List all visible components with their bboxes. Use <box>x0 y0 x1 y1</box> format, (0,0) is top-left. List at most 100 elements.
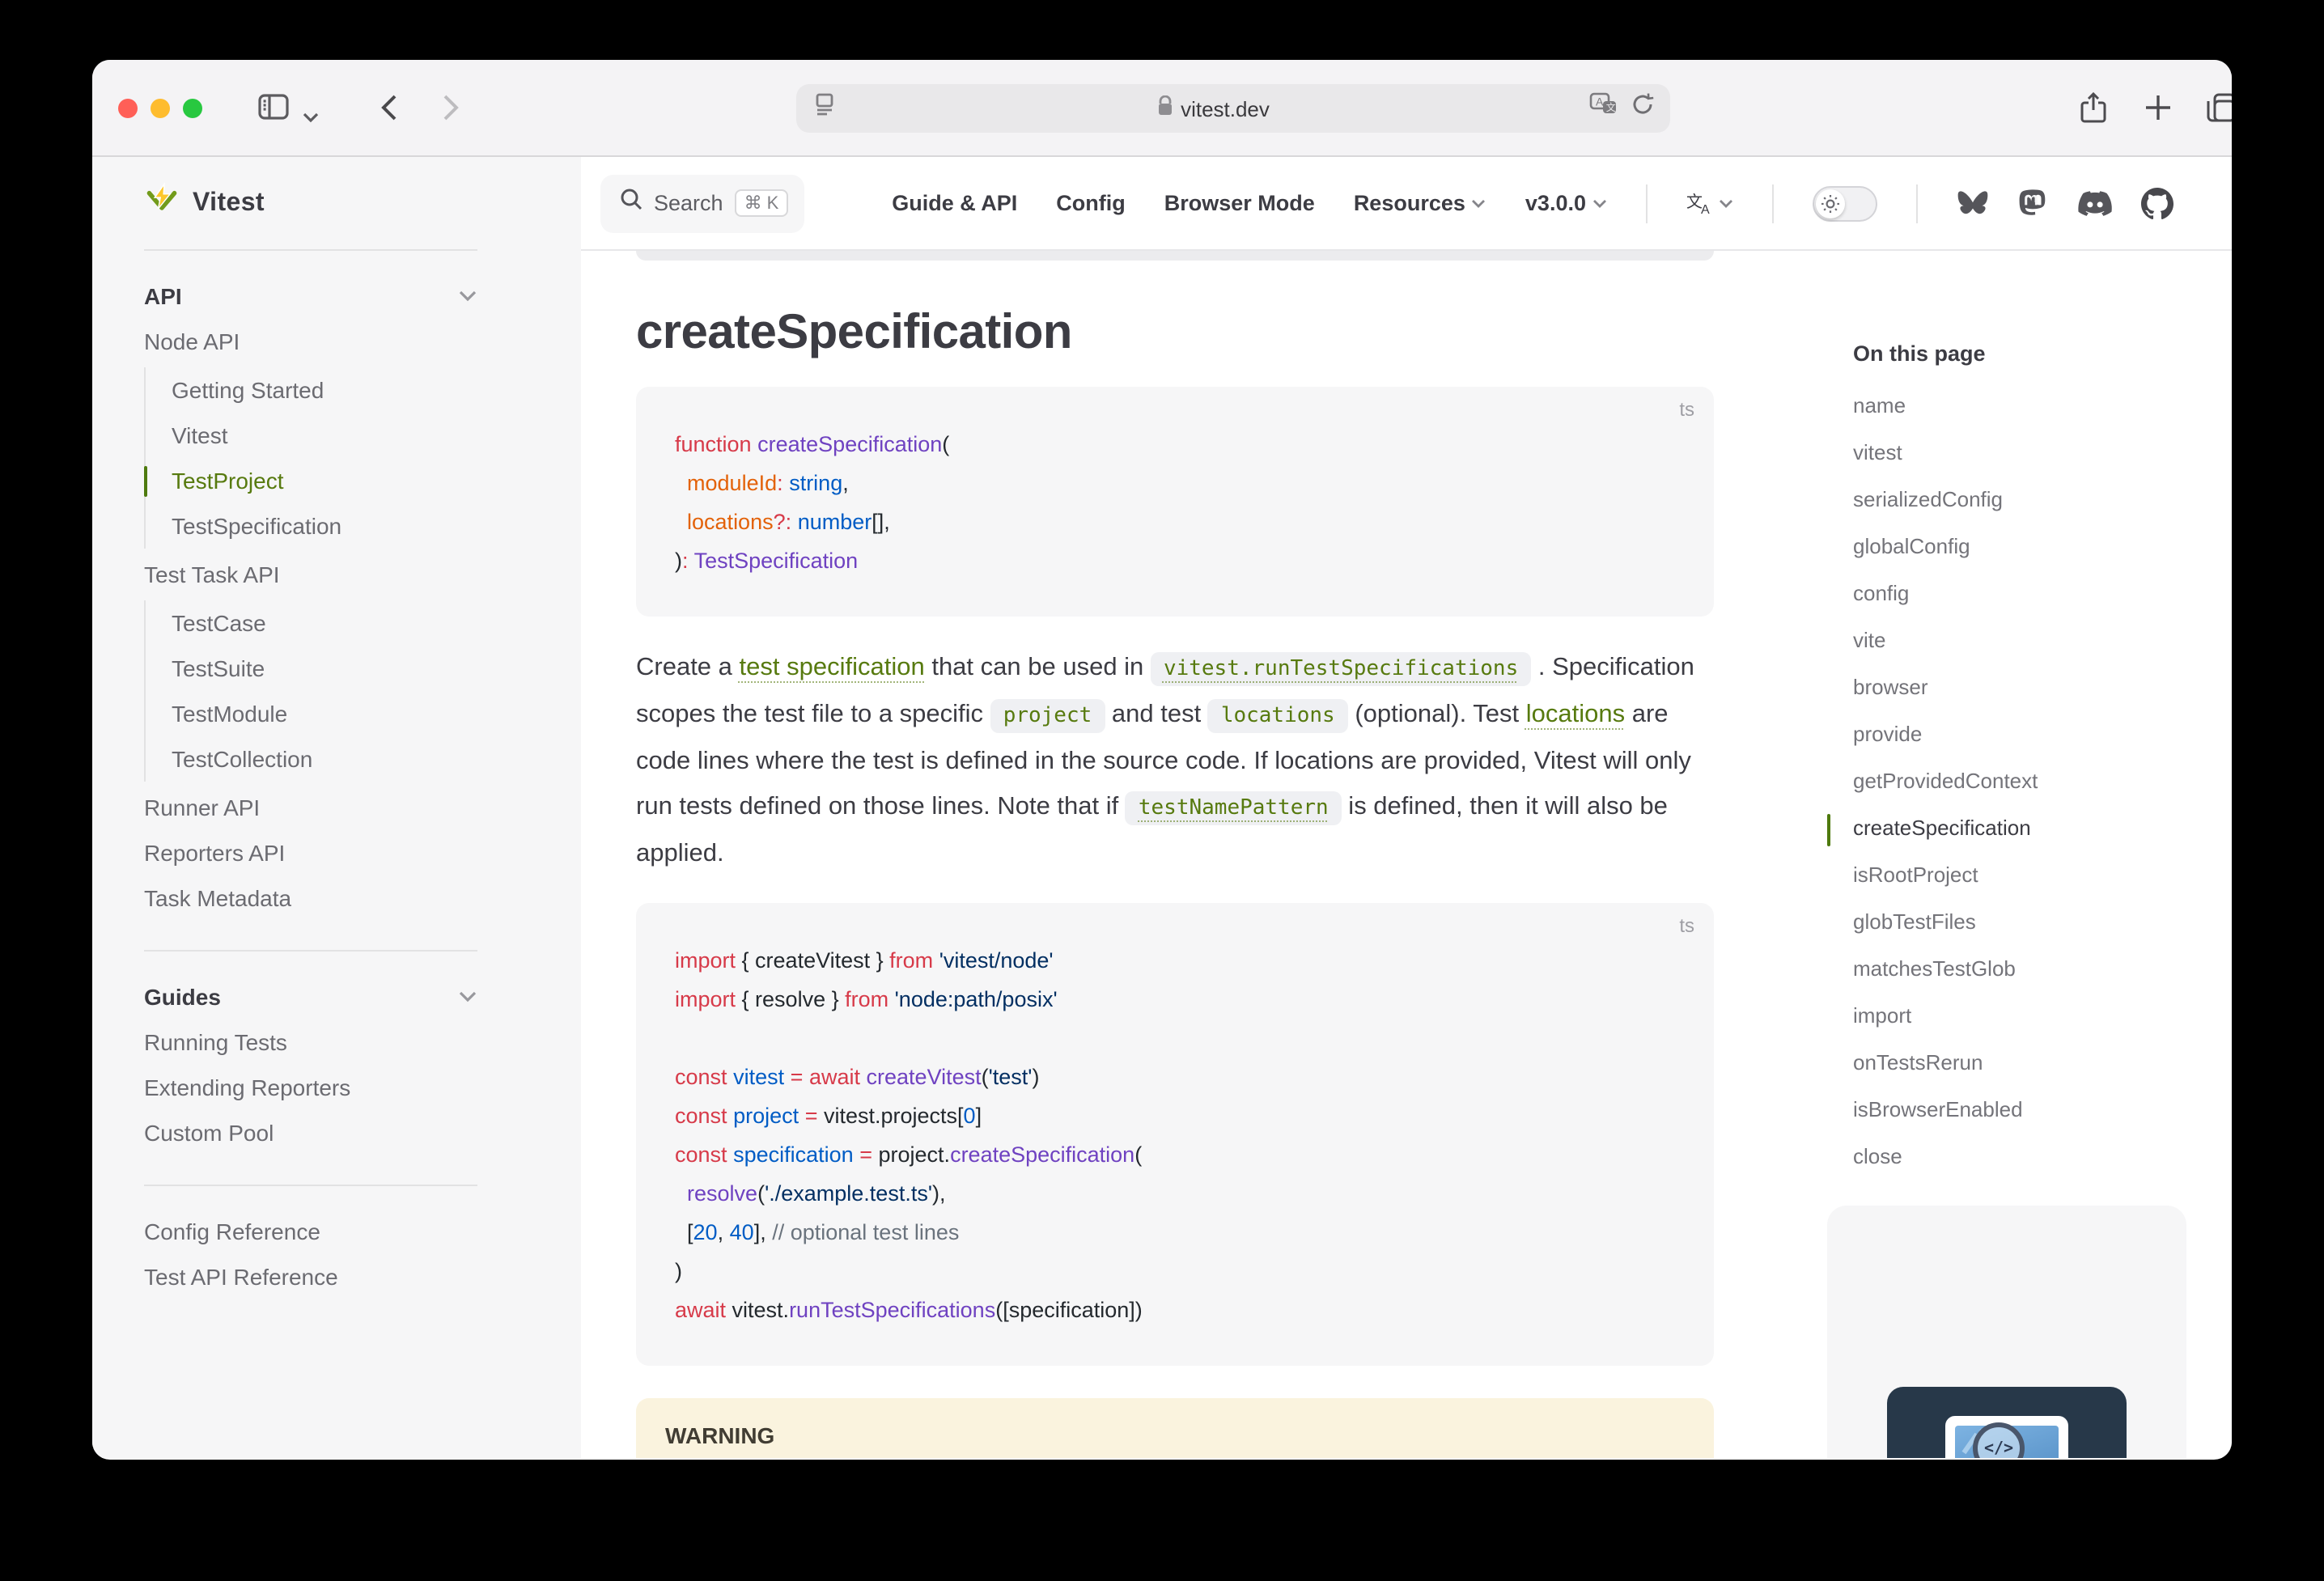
sidebar-item-running-tests[interactable]: Running Tests <box>144 1019 477 1065</box>
outline-item-globalconfig[interactable]: globalConfig <box>1853 523 2191 570</box>
chevron-down-icon <box>458 282 477 311</box>
nav-link-guide-api[interactable]: Guide & API <box>892 191 1017 215</box>
outline-item-isrootproject[interactable]: isRootProject <box>1853 851 2191 898</box>
code-line: [20, 40], // optional test lines <box>675 1214 1675 1253</box>
code-line: resolve('./example.test.ts'), <box>675 1175 1675 1214</box>
code-line: import { createVitest } from 'vitest/nod… <box>675 942 1675 981</box>
url-bar[interactable]: vitest.dev A 文 <box>796 84 1670 133</box>
outline-item-getprovidedcontext[interactable]: getProvidedContext <box>1853 757 2191 804</box>
outline-item-browser[interactable]: browser <box>1853 663 2191 710</box>
sidebar-item-extending-reporters[interactable]: Extending Reporters <box>144 1065 477 1110</box>
share-icon[interactable] <box>2080 92 2107 133</box>
sidebar-item-testproject[interactable]: TestProject <box>172 458 477 503</box>
sidebar-item-testcollection[interactable]: TestCollection <box>172 736 477 782</box>
sidebar-item-config-reference[interactable]: Config Reference <box>144 1209 477 1254</box>
language-menu[interactable]: 文 A <box>1686 191 1733 215</box>
back-button[interactable] <box>380 94 398 129</box>
code-lang-badge: ts <box>1679 398 1694 421</box>
translate-icon[interactable]: A 文 <box>1589 92 1618 125</box>
sidebar-item-runner-api[interactable]: Runner API <box>144 785 477 830</box>
outline-item-globtestfiles[interactable]: globTestFiles <box>1853 898 2191 945</box>
code-line: ) <box>675 1253 1675 1291</box>
sidebar-chevron-icon[interactable] <box>303 102 319 131</box>
inline-link-testnamepattern[interactable]: testNamePattern <box>1126 791 1342 825</box>
divider <box>1916 184 1918 223</box>
tab-overview-icon[interactable] <box>2206 92 2232 131</box>
sidebar-item-testsuite[interactable]: TestSuite <box>172 646 477 691</box>
outline-item-close[interactable]: close <box>1853 1133 2191 1180</box>
sidebar-section-title: Guides <box>144 984 221 1010</box>
code-lang-badge: ts <box>1679 914 1694 937</box>
navbar: Search ⌘ K Guide & API Config Browser Mode… <box>581 157 2232 251</box>
outline-item-vite[interactable]: vite <box>1853 617 2191 663</box>
traffic-light-minimize[interactable] <box>151 99 170 118</box>
warning-title: WARNING <box>665 1422 1685 1448</box>
nav-menu-version[interactable]: v3.0.0 <box>1525 191 1607 215</box>
sidebar-item-custom-pool[interactable]: Custom Pool <box>144 1110 477 1155</box>
sidebar-section-guides[interactable]: Guides <box>144 974 477 1019</box>
code-line: const vitest = await createVitest('test'… <box>675 1058 1675 1097</box>
inline-code-locations: locations <box>1208 699 1348 733</box>
inline-link-vitest-runtestspecifications[interactable]: vitest.runTestSpecifications <box>1151 652 1531 686</box>
sidebar-item-testcase[interactable]: TestCase <box>172 600 477 646</box>
sidebar-item-testspecification[interactable]: TestSpecification <box>172 503 477 549</box>
warning-callout: WARNING createSpecification expects reso… <box>636 1398 1714 1458</box>
outline-item-config[interactable]: config <box>1853 570 2191 617</box>
traffic-light-zoom[interactable] <box>183 99 202 118</box>
search-icon <box>620 188 642 218</box>
code-line: import { resolve } from 'node:path/posix… <box>675 981 1675 1019</box>
inline-code-project: project <box>990 699 1105 733</box>
outline-item-vitest[interactable]: vitest <box>1853 429 2191 476</box>
theme-toggle[interactable] <box>1813 185 1877 221</box>
sidebar-item-test-task-api[interactable]: Test Task API <box>144 552 477 597</box>
sidebar-toggle-icon[interactable] <box>257 92 290 129</box>
traffic-light-close[interactable] <box>118 99 138 118</box>
forward-button[interactable] <box>442 94 460 129</box>
nav-menu-resources[interactable]: Resources <box>1354 191 1486 215</box>
chevron-down-icon <box>458 982 477 1011</box>
sidebar-item-vitest[interactable]: Vitest <box>172 413 477 458</box>
outline-item-provide[interactable]: provide <box>1853 710 2191 757</box>
page-content: createSpecification ts function createSp… <box>581 251 2232 1458</box>
inline-link-locations[interactable]: locations <box>1526 701 1625 728</box>
code-block-signature[interactable]: ts function createSpecification( moduleI… <box>636 387 1714 617</box>
nav-link-config[interactable]: Config <box>1056 191 1126 215</box>
sidebar-item-reporters-api[interactable]: Reporters API <box>144 830 477 875</box>
outline-item-isbrowserenabled[interactable]: isBrowserEnabled <box>1853 1086 2191 1133</box>
sidebar-item-test-api-reference[interactable]: Test API Reference <box>144 1254 477 1299</box>
github-icon[interactable] <box>2141 187 2173 219</box>
reader-icon[interactable] <box>812 92 837 125</box>
outline-item-ontestsrerun[interactable]: onTestsRerun <box>1853 1039 2191 1086</box>
site-logo[interactable]: Vitest <box>144 157 477 251</box>
sidebar-item-getting-started[interactable]: Getting Started <box>172 367 477 413</box>
sidebar-item-task-metadata[interactable]: Task Metadata <box>144 875 477 921</box>
sidebar-item-node-api[interactable]: Node API <box>144 319 477 364</box>
vitest-logo-icon <box>144 181 180 225</box>
browser-window: vitest.dev A 文 <box>92 60 2232 1460</box>
lock-icon <box>1156 95 1173 121</box>
sun-icon <box>1816 189 1845 218</box>
search-shortcut: ⌘ K <box>735 189 789 217</box>
discord-icon[interactable] <box>2078 190 2112 216</box>
code-line: const specification = project.createSpec… <box>675 1136 1675 1175</box>
code-line: ): TestSpecification <box>675 542 1675 581</box>
mastodon-icon[interactable] <box>2018 188 2049 218</box>
sidebar-item-testmodule[interactable]: TestModule <box>172 691 477 736</box>
outline-item-matchestestglob[interactable]: matchesTestGlob <box>1853 945 2191 992</box>
code-block-example[interactable]: ts import { createVitest } from 'vitest/… <box>636 903 1714 1366</box>
sidebar-section-api[interactable]: API <box>144 273 477 319</box>
main-area: Search ⌘ K Guide & API Config Browser Mode… <box>581 157 2232 1458</box>
sponsor-card[interactable]: </> <box>1827 1206 2186 1458</box>
reload-icon[interactable] <box>1631 92 1654 125</box>
outline-item-serializedconfig[interactable]: serializedConfig <box>1853 476 2191 523</box>
svg-text:文: 文 <box>1606 101 1616 113</box>
outline-item-import[interactable]: import <box>1853 992 2191 1039</box>
search-button[interactable]: Search ⌘ K <box>600 174 804 232</box>
outline-item-createspecification[interactable]: createSpecification <box>1853 804 2191 851</box>
nav-link-browser-mode[interactable]: Browser Mode <box>1164 191 1315 215</box>
inline-link-test-specification[interactable]: test specification <box>740 654 925 681</box>
outline-item-name[interactable]: name <box>1853 382 2191 429</box>
bluesky-icon[interactable] <box>1957 189 1989 218</box>
new-tab-icon[interactable] <box>2144 94 2172 129</box>
code-line: locations?: number[], <box>675 503 1675 542</box>
